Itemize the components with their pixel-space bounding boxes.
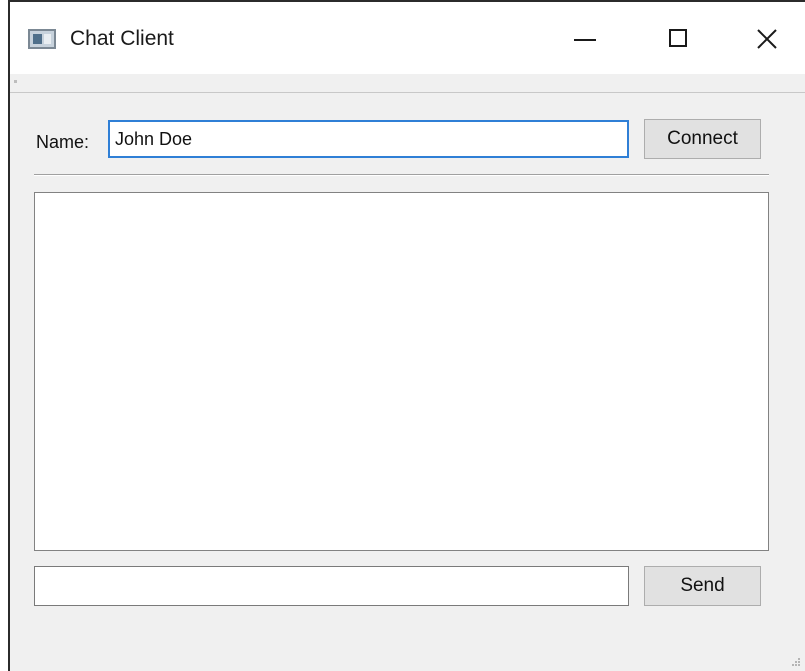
close-button[interactable] xyxy=(748,20,788,58)
resize-grip-icon[interactable] xyxy=(789,655,801,667)
maximize-icon xyxy=(669,29,687,47)
toolbar-grip[interactable] xyxy=(14,80,17,83)
window-title: Chat Client xyxy=(70,27,174,50)
title-bar[interactable]: Chat Client xyxy=(10,2,805,74)
app-window-icon xyxy=(28,29,56,49)
message-input[interactable] xyxy=(34,566,629,606)
send-button[interactable]: Send xyxy=(644,566,761,606)
minimize-icon xyxy=(574,39,596,41)
close-icon xyxy=(757,29,777,49)
separator-line xyxy=(34,174,769,176)
maximize-button[interactable] xyxy=(660,20,700,58)
chat-client-window: Chat Client Name: Connect Send xyxy=(8,0,805,671)
toolbar-strip xyxy=(10,74,805,93)
chat-messages-area[interactable] xyxy=(34,192,769,551)
name-label: Name: xyxy=(36,132,90,152)
connect-button[interactable]: Connect xyxy=(644,119,761,159)
minimize-button[interactable] xyxy=(564,20,604,58)
name-input[interactable] xyxy=(108,120,629,158)
